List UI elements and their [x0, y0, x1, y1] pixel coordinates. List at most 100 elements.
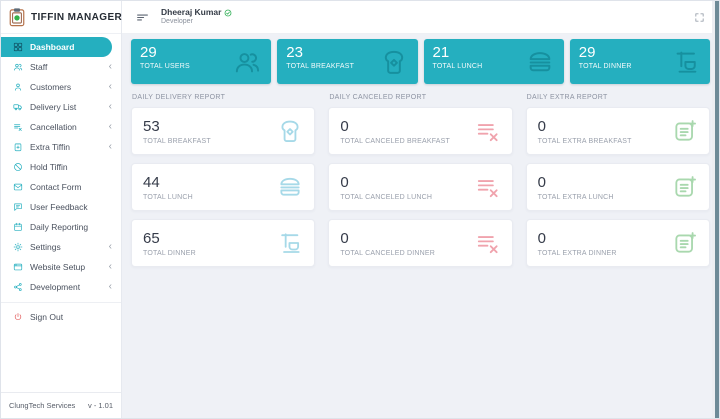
- card-value: 0: [537, 173, 546, 191]
- section-title: DAILY EXTRA REPORT: [526, 94, 608, 101]
- card-value: 0: [340, 229, 349, 247]
- power-icon: [13, 312, 23, 322]
- sidebar-item-hold-tiffin[interactable]: Hold Tiffin: [1, 157, 121, 177]
- sidebar-item-label: Website Setup: [30, 262, 86, 272]
- chevron-left-icon: ‹: [108, 101, 112, 112]
- sidebar-item-extra-tiffin[interactable]: Extra Tiffin ‹: [1, 137, 121, 157]
- sidebar-item-label: Staff: [30, 62, 48, 72]
- card-value: 0: [340, 117, 349, 135]
- sidebar-nav: Dashboard Staff ‹ Customers ‹ Delivery L…: [1, 34, 121, 392]
- footer-version: v - 1.01: [87, 401, 113, 410]
- clipboard-plus-icon: [13, 142, 23, 152]
- daily-delivery-report-column: DAILY DELIVERY REPORT 53 TOTAL BREAKFAST…: [131, 86, 316, 275]
- nodes-icon: [13, 282, 23, 292]
- main-area: Dheeraj Kumar Developer 29 TOTAL USERS 2…: [122, 1, 719, 418]
- user-menu[interactable]: Dheeraj Kumar Developer: [161, 7, 232, 26]
- list-plus-icon: [672, 230, 698, 256]
- card-label: TOTAL EXTRA DINNER: [537, 249, 617, 257]
- chevron-left-icon: ‹: [108, 241, 112, 252]
- sidebar-item-label: Extra Tiffin: [30, 142, 70, 152]
- sidebar-footer: ClungTech Services v - 1.01: [1, 392, 121, 418]
- stat-card-total-lunch[interactable]: 21 TOTAL LUNCH: [423, 39, 564, 84]
- daily-canceled-report-column: DAILY CANCELED REPORT 0 TOTAL CANCELED B…: [328, 86, 513, 275]
- gear-icon: [13, 242, 23, 252]
- report-card-extra-dinner: 0 TOTAL EXTRA DINNER: [525, 219, 710, 267]
- card-label: TOTAL EXTRA BREAKFAST: [537, 137, 632, 145]
- stat-card-total-users[interactable]: 29 TOTAL USERS: [131, 39, 272, 84]
- sidebar-item-delivery-list[interactable]: Delivery List ‹: [1, 97, 121, 117]
- chevron-left-icon: ‹: [108, 281, 112, 292]
- slash-circle-icon: [13, 162, 23, 172]
- sidebar-item-daily-reporting[interactable]: Daily Reporting: [1, 217, 121, 237]
- sidebar-item-label: Delivery List: [30, 102, 77, 112]
- stats-row: 29 TOTAL USERS 23 TOTAL BREAKFAST 21 TOT…: [131, 39, 710, 84]
- grid-icon: [13, 42, 23, 52]
- list-x-icon: [475, 230, 501, 256]
- fullscreen-icon[interactable]: [694, 12, 705, 23]
- calendar-icon: [13, 222, 23, 232]
- card-value: 0: [340, 173, 349, 191]
- sidebar-item-customers[interactable]: Customers ‹: [1, 77, 121, 97]
- sidebar-item-staff[interactable]: Staff ‹: [1, 57, 121, 77]
- report-card-canceled-lunch: 0 TOTAL CANCELED LUNCH: [328, 163, 513, 211]
- chevron-left-icon: ‹: [108, 261, 112, 272]
- vertical-scrollbar[interactable]: [712, 1, 719, 418]
- top-header: Dheeraj Kumar Developer: [122, 1, 719, 34]
- sidebar-item-label: Development: [30, 282, 81, 292]
- card-label: TOTAL CANCELED BREAKFAST: [340, 137, 451, 145]
- list-plus-icon: [672, 174, 698, 200]
- report-card-delivery-lunch: 44 TOTAL LUNCH: [131, 163, 316, 211]
- report-card-extra-lunch: 0 TOTAL EXTRA LUNCH: [525, 163, 710, 211]
- users-icon: [233, 48, 261, 76]
- report-card-delivery-dinner: 65 TOTAL DINNER: [131, 219, 316, 267]
- sidebar-toggle-icon[interactable]: [136, 11, 149, 24]
- envelope-icon: [13, 182, 23, 192]
- dashboard-content: 29 TOTAL USERS 23 TOTAL BREAKFAST 21 TOT…: [122, 34, 719, 418]
- chevron-left-icon: ‹: [108, 81, 112, 92]
- sidebar-item-contact-form[interactable]: Contact Form: [1, 177, 121, 197]
- sidebar-item-dashboard[interactable]: Dashboard: [1, 37, 112, 57]
- chevron-left-icon: ‹: [108, 61, 112, 72]
- chevron-left-icon: ‹: [108, 121, 112, 132]
- report-card-extra-breakfast: 0 TOTAL EXTRA BREAKFAST: [525, 107, 710, 155]
- card-value: 44: [143, 173, 160, 191]
- card-label: TOTAL CANCELED DINNER: [340, 249, 436, 257]
- report-card-canceled-dinner: 0 TOTAL CANCELED DINNER: [328, 219, 513, 267]
- daily-extra-report-column: DAILY EXTRA REPORT 0 TOTAL EXTRA BREAKFA…: [525, 86, 710, 275]
- card-value: 0: [537, 117, 546, 135]
- list-x-icon: [13, 122, 23, 132]
- user-name: Dheeraj Kumar: [161, 7, 222, 18]
- card-value: 0: [537, 229, 546, 247]
- stat-card-total-dinner[interactable]: 29 TOTAL DINNER: [569, 39, 710, 84]
- sidebar-item-website-setup[interactable]: Website Setup ‹: [1, 257, 121, 277]
- sidebar-item-cancellation[interactable]: Cancellation ‹: [1, 117, 121, 137]
- sidebar-item-user-feedback[interactable]: User Feedback: [1, 197, 121, 217]
- chat-icon: [13, 202, 23, 212]
- sidebar-item-label: Contact Form: [30, 182, 82, 192]
- card-label: TOTAL EXTRA LUNCH: [537, 193, 614, 201]
- sidebar-item-label: Sign Out: [30, 312, 64, 322]
- sidebar-item-label: Customers: [30, 82, 72, 92]
- sidebar-item-label: Settings: [30, 242, 61, 252]
- card-value: 53: [143, 117, 160, 135]
- report-card-delivery-breakfast: 53 TOTAL BREAKFAST: [131, 107, 316, 155]
- list-plus-icon: [672, 118, 698, 144]
- chevron-left-icon: ‹: [108, 141, 112, 152]
- scrollbar-thumb[interactable]: [715, 1, 719, 418]
- list-x-icon: [475, 174, 501, 200]
- truck-icon: [13, 102, 23, 112]
- sidebar-item-settings[interactable]: Settings ‹: [1, 237, 121, 257]
- sidebar-item-sign-out[interactable]: Sign Out: [1, 307, 121, 327]
- app-title: TIFFIN MANAGER: [31, 11, 123, 23]
- sidebar-item-label: Hold Tiffin: [30, 162, 68, 172]
- sidebar: TIFFIN MANAGER Dashboard Staff ‹ Custome…: [1, 1, 122, 418]
- verified-badge-icon: [224, 9, 232, 17]
- person-icon: [13, 82, 23, 92]
- footer-company: ClungTech Services: [9, 401, 76, 410]
- sidebar-divider: [1, 302, 121, 303]
- dinner-icon: [672, 48, 700, 76]
- card-value: 65: [143, 229, 160, 247]
- stat-card-total-breakfast[interactable]: 23 TOTAL BREAKFAST: [277, 39, 418, 84]
- sidebar-item-development[interactable]: Development ‹: [1, 277, 121, 297]
- sidebar-item-label: Cancellation: [30, 122, 77, 132]
